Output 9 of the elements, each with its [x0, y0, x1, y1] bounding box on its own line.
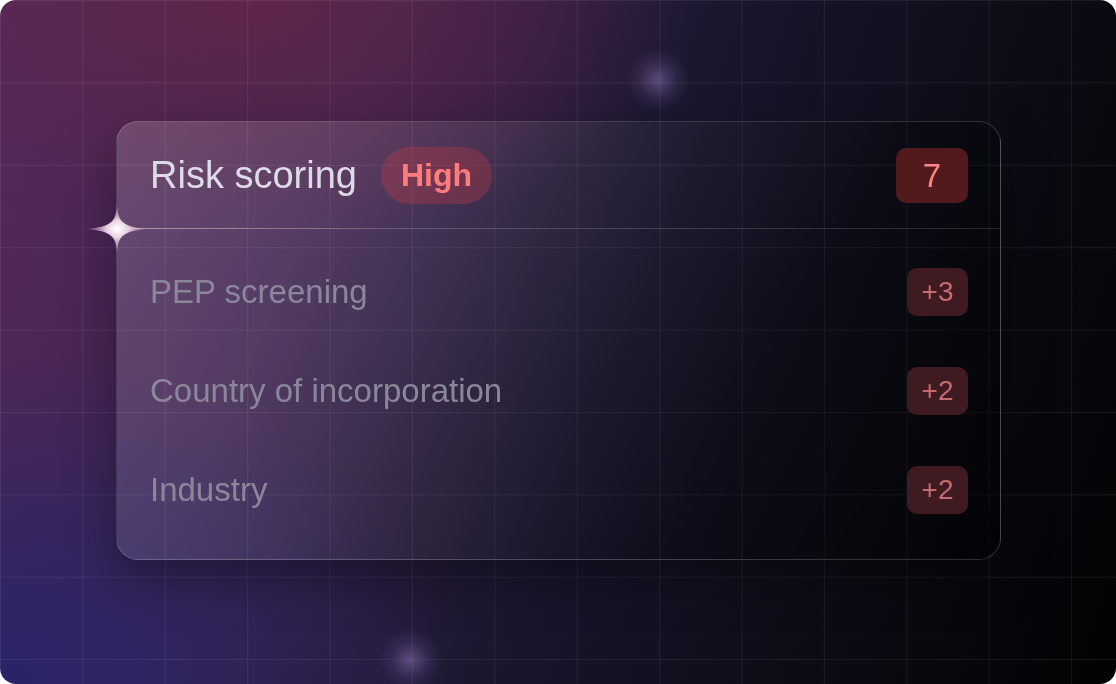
points-badge: +2	[907, 366, 968, 415]
points-badge: +3	[907, 267, 968, 316]
card-title: Risk scoring	[150, 156, 357, 194]
factor-label: Industry	[150, 473, 268, 506]
score-badge: 7	[896, 147, 968, 203]
factor-label: Country of incorporation	[150, 374, 503, 407]
points-badge: +2	[907, 465, 968, 514]
risk-level-badge: High	[380, 146, 493, 204]
factor-label: PEP screening	[150, 275, 368, 308]
